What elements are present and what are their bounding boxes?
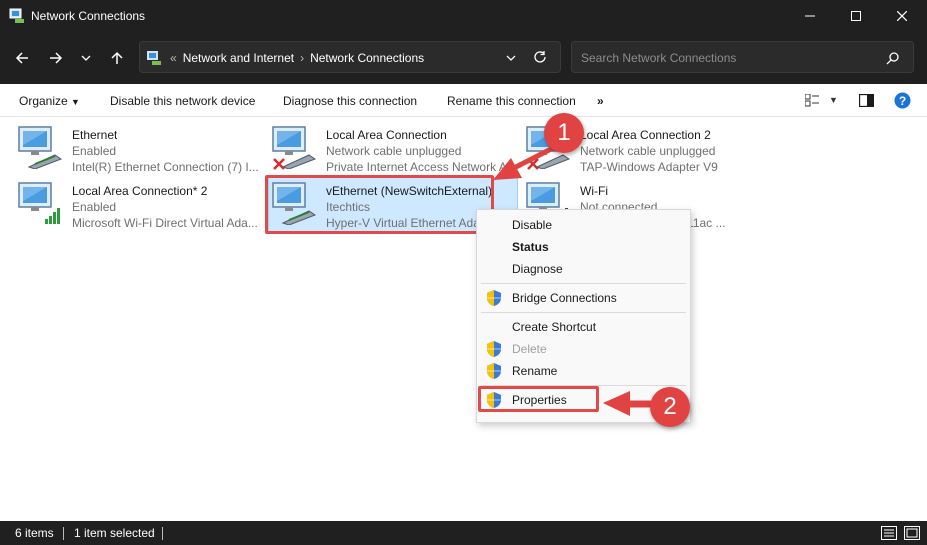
status-divider: [162, 527, 163, 540]
annotation-arrows: [493, 145, 654, 416]
explorer-window: Network Connections «Network and Interne…: [0, 0, 927, 545]
status-bar: 6 items 1 item selected: [0, 521, 927, 545]
selection-count: 1 item selected: [74, 526, 155, 540]
arrow-1-icon: [509, 145, 556, 172]
details-view-icon[interactable]: [881, 526, 897, 540]
item-count: 6 items: [15, 526, 54, 540]
arrow-1-head-icon: [493, 158, 522, 180]
annotation-badge-1: 1: [544, 113, 584, 153]
large-icons-view-icon[interactable]: [904, 526, 920, 540]
arrow-2-head-icon: [603, 391, 630, 416]
annotation-badge-2: 2: [650, 387, 690, 427]
status-divider: [63, 527, 64, 540]
